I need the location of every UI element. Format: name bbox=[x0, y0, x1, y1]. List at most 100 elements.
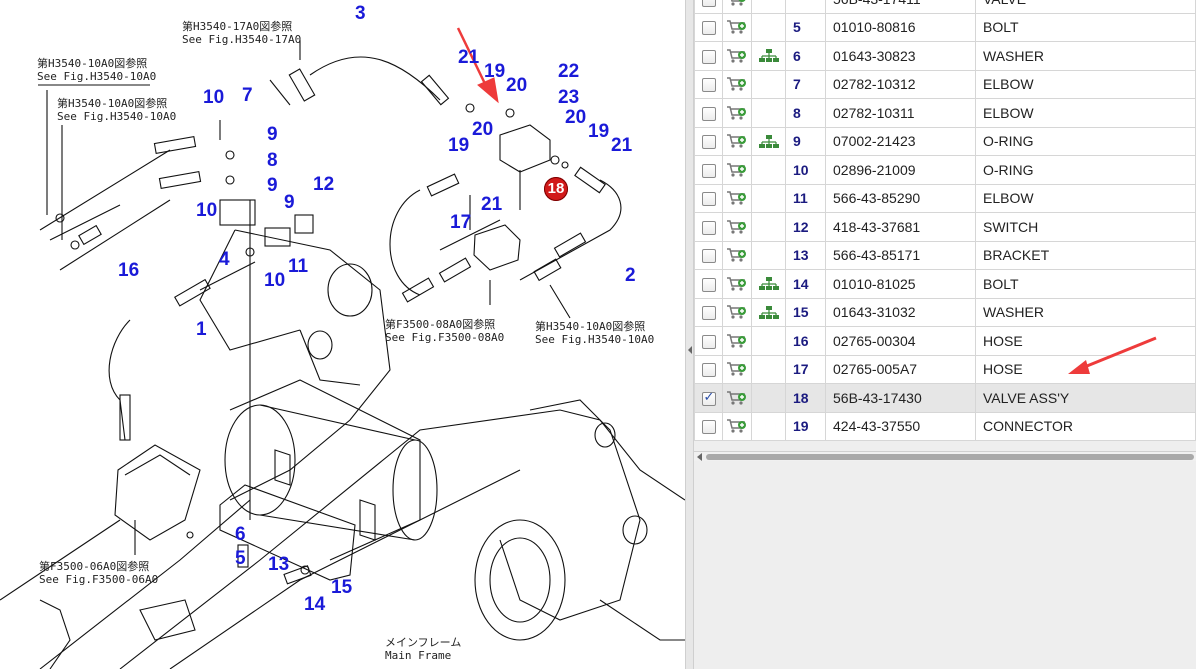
row-checkbox-cell[interactable] bbox=[694, 183, 723, 213]
part-number[interactable]: 566-43-85171 bbox=[825, 240, 976, 270]
part-number[interactable]: 418-43-37681 bbox=[825, 212, 976, 242]
add-to-cart-icon[interactable] bbox=[726, 132, 748, 150]
part-name[interactable]: ELBOW bbox=[975, 69, 1196, 99]
callout-label[interactable]: 5 bbox=[235, 549, 246, 568]
callout-label[interactable]: 10 bbox=[264, 271, 285, 290]
part-number[interactable]: 02782-10311 bbox=[825, 98, 976, 128]
table-row[interactable]: 56B-43-17411 VALVE bbox=[694, 0, 1196, 14]
item-number[interactable]: 16 bbox=[785, 326, 826, 356]
callout-label[interactable]: 19 bbox=[588, 122, 609, 141]
table-row[interactable]: 11 566-43-85290 ELBOW bbox=[694, 183, 1196, 213]
part-number[interactable]: 424-43-37550 bbox=[825, 411, 976, 441]
scroll-left-icon[interactable] bbox=[697, 453, 702, 461]
cart-cell[interactable] bbox=[722, 269, 752, 299]
callout-label[interactable]: 15 bbox=[331, 578, 352, 597]
part-name[interactable]: VALVE bbox=[975, 0, 1196, 14]
part-number[interactable]: 07002-21423 bbox=[825, 126, 976, 156]
part-number[interactable]: 02782-10312 bbox=[825, 69, 976, 99]
item-number[interactable]: 10 bbox=[785, 155, 826, 185]
pane-splitter[interactable] bbox=[685, 0, 694, 669]
row-checkbox-cell[interactable] bbox=[694, 12, 723, 42]
cart-cell[interactable] bbox=[722, 12, 752, 42]
item-number[interactable]: 7 bbox=[785, 69, 826, 99]
part-name[interactable]: BOLT bbox=[975, 269, 1196, 299]
part-number[interactable]: 56B-43-17430 bbox=[825, 383, 976, 413]
callout-label[interactable]: 1 bbox=[196, 320, 207, 339]
cart-cell[interactable] bbox=[722, 126, 752, 156]
part-name[interactable]: VALVE ASS'Y bbox=[975, 383, 1196, 413]
add-to-cart-icon[interactable] bbox=[726, 360, 748, 378]
add-to-cart-icon[interactable] bbox=[726, 246, 748, 264]
callout-label[interactable]: 23 bbox=[558, 88, 579, 107]
item-number[interactable]: 5 bbox=[785, 12, 826, 42]
item-number[interactable]: 14 bbox=[785, 269, 826, 299]
add-to-cart-icon[interactable] bbox=[726, 417, 748, 435]
callout-label[interactable]: 6 bbox=[235, 525, 246, 544]
row-checkbox[interactable] bbox=[701, 277, 716, 292]
callout-label[interactable]: 19 bbox=[448, 136, 469, 155]
cart-cell[interactable] bbox=[722, 240, 752, 270]
callout-label[interactable]: 22 bbox=[558, 62, 579, 81]
assembly-tree-icon[interactable] bbox=[758, 305, 780, 321]
row-checkbox-cell[interactable] bbox=[694, 0, 723, 14]
row-checkbox-cell[interactable] bbox=[694, 98, 723, 128]
table-row[interactable]: 19 424-43-37550 CONNECTOR bbox=[694, 411, 1196, 441]
table-row[interactable]: 5 01010-80816 BOLT bbox=[694, 12, 1196, 42]
part-number[interactable]: 56B-43-17411 bbox=[825, 0, 976, 14]
cart-cell[interactable] bbox=[722, 383, 752, 413]
row-checkbox[interactable] bbox=[701, 163, 716, 178]
callout-label[interactable]: 11 bbox=[288, 257, 308, 276]
add-to-cart-icon[interactable] bbox=[726, 189, 748, 207]
callout-label[interactable]: 17 bbox=[450, 213, 471, 232]
part-name[interactable]: O-RING bbox=[975, 155, 1196, 185]
part-number[interactable]: 02765-00304 bbox=[825, 326, 976, 356]
item-number[interactable]: 17 bbox=[785, 354, 826, 384]
row-checkbox[interactable] bbox=[701, 192, 716, 207]
callout-label[interactable]: 4 bbox=[219, 250, 230, 269]
callout-label[interactable]: 10 bbox=[196, 201, 217, 220]
row-checkbox[interactable] bbox=[701, 249, 716, 264]
row-checkbox-cell[interactable] bbox=[694, 326, 723, 356]
table-row[interactable]: 14 01010-81025 BOLT bbox=[694, 269, 1196, 299]
exploded-parts-diagram[interactable]: 3 21 19 20 22 23 20 20 19 21 19 17 21 10… bbox=[0, 0, 685, 669]
part-number[interactable]: 02896-21009 bbox=[825, 155, 976, 185]
table-row[interactable]: 18 56B-43-17430 VALVE ASS'Y bbox=[694, 383, 1196, 413]
horizontal-scrollbar[interactable] bbox=[694, 451, 1196, 461]
row-checkbox-cell[interactable] bbox=[694, 69, 723, 99]
row-checkbox-cell[interactable] bbox=[694, 411, 723, 441]
row-checkbox[interactable] bbox=[701, 334, 716, 349]
add-to-cart-icon[interactable] bbox=[726, 75, 748, 93]
table-row[interactable]: 7 02782-10312 ELBOW bbox=[694, 69, 1196, 99]
row-checkbox[interactable] bbox=[701, 0, 716, 7]
callout-label[interactable]: 20 bbox=[565, 108, 586, 127]
add-to-cart-icon[interactable] bbox=[726, 389, 748, 407]
callout-label[interactable]: 13 bbox=[268, 555, 289, 574]
row-checkbox[interactable] bbox=[701, 363, 716, 378]
row-checkbox[interactable] bbox=[701, 390, 716, 406]
part-number[interactable]: 01643-30823 bbox=[825, 41, 976, 71]
add-to-cart-icon[interactable] bbox=[726, 161, 748, 179]
part-name[interactable]: ELBOW bbox=[975, 98, 1196, 128]
callout-label[interactable]: 21 bbox=[481, 195, 502, 214]
add-to-cart-icon[interactable] bbox=[726, 275, 748, 293]
assembly-tree-icon[interactable] bbox=[758, 48, 780, 64]
part-number[interactable]: 01010-81025 bbox=[825, 269, 976, 299]
callout-label[interactable]: 21 bbox=[458, 48, 479, 67]
row-checkbox-cell[interactable] bbox=[694, 383, 723, 413]
row-checkbox[interactable] bbox=[701, 135, 716, 150]
callout-label[interactable]: 12 bbox=[313, 175, 334, 194]
item-number[interactable]: 12 bbox=[785, 212, 826, 242]
callout-label[interactable]: 20 bbox=[472, 120, 493, 139]
row-checkbox-cell[interactable] bbox=[694, 297, 723, 327]
part-name[interactable]: CONNECTOR bbox=[975, 411, 1196, 441]
item-number[interactable]: 13 bbox=[785, 240, 826, 270]
row-checkbox[interactable] bbox=[701, 106, 716, 121]
row-checkbox[interactable] bbox=[701, 220, 716, 235]
callout-label[interactable]: 21 bbox=[611, 136, 632, 155]
row-checkbox-cell[interactable] bbox=[694, 155, 723, 185]
collapse-arrow-icon[interactable] bbox=[688, 346, 692, 354]
part-name[interactable]: SWITCH bbox=[975, 212, 1196, 242]
callout-label[interactable]: 9 bbox=[267, 125, 278, 144]
callout-label[interactable]: 10 bbox=[203, 88, 224, 107]
row-checkbox-cell[interactable] bbox=[694, 269, 723, 299]
